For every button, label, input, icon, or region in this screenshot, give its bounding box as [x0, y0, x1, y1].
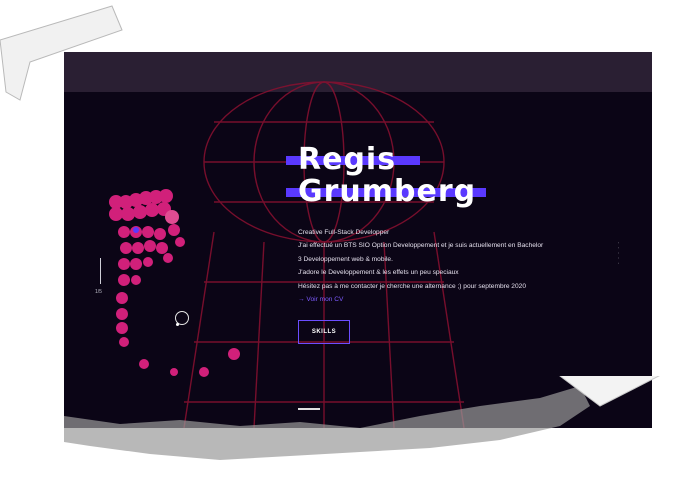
name-line-1: Regis: [286, 142, 476, 177]
skills-button[interactable]: SKILLS: [298, 320, 350, 344]
slide-counter: 1/5: [95, 289, 102, 295]
bio-line: J'ai effectué un BTS SIO Option Developp…: [298, 242, 544, 250]
cursor-dot-icon: [176, 323, 179, 326]
vertical-side-label: · · · · ·: [615, 242, 621, 265]
name-line-2: Grumberg: [286, 174, 486, 209]
hero-name: Regis Grumberg: [286, 142, 486, 209]
website-screenshot: 1/5 Regis Grumberg Creative Full-Stack D…: [64, 52, 652, 428]
torn-paper-bottom: [64, 376, 660, 460]
bio-line: Hésitez pas à me contacter je cherche un…: [298, 282, 526, 290]
last-name: Grumberg: [298, 174, 477, 209]
bio-line: Creative Full-Stack Developper: [298, 229, 390, 236]
first-name: Regis: [298, 142, 397, 177]
scroll-indicator-line: [100, 258, 101, 284]
cv-link[interactable]: → Voir mon CV: [298, 293, 598, 306]
bio-line: 3 Developpement web & mobile.: [298, 255, 393, 263]
bio-text: Creative Full-Stack Developper J'ai effe…: [298, 226, 598, 306]
bio-line: J'adore le Developpement & les effets un…: [298, 269, 459, 277]
